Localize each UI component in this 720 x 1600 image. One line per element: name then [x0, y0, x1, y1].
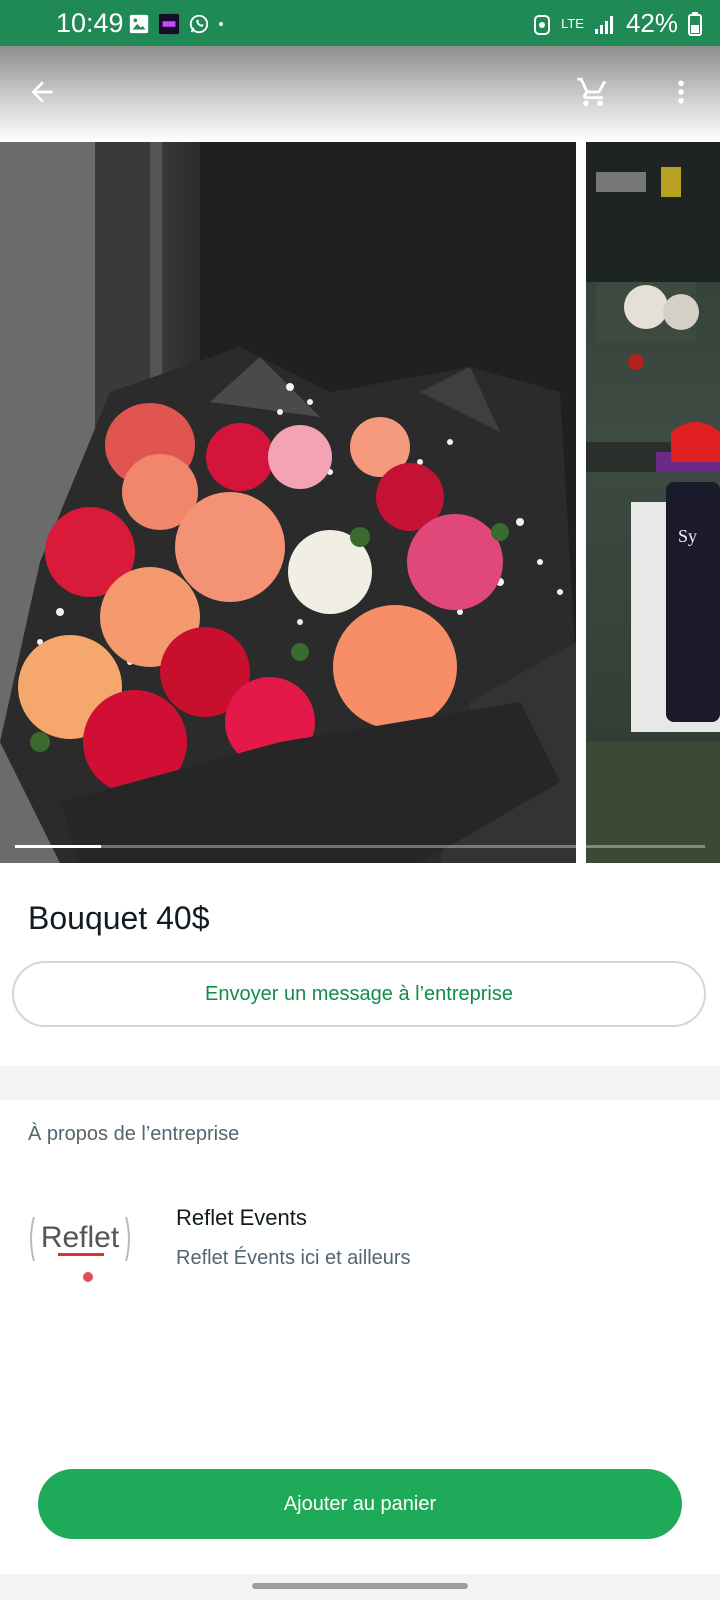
system-status: LTE 42%: [533, 8, 702, 39]
signal-icon: [594, 15, 613, 34]
wine-label-text: Sy: [678, 526, 697, 546]
app-bar: [0, 46, 720, 142]
alarm-icon: [534, 14, 551, 35]
overflow-menu-button[interactable]: [657, 68, 705, 116]
product-image-gallery[interactable]: Sy: [0, 142, 720, 863]
more-notifications-dot-icon: [219, 22, 223, 26]
status-time: 10:49: [56, 8, 124, 38]
section-divider: [0, 1066, 720, 1100]
product-photo-bouquet[interactable]: [0, 142, 576, 863]
add-to-cart-button[interactable]: Ajouter au panier: [38, 1469, 682, 1539]
battery-icon: [688, 11, 702, 36]
business-logo[interactable]: Reflet: [28, 1195, 132, 1285]
back-button[interactable]: [18, 68, 66, 116]
status-bar: 10:49 LTE 42%: [0, 0, 720, 46]
business-name[interactable]: Reflet Events: [176, 1205, 307, 1231]
gallery-notification-icon: [129, 14, 149, 34]
whatsapp-notification-icon: [189, 14, 209, 34]
cart-button[interactable]: [569, 68, 617, 116]
about-section-label: À propos de l’entreprise: [28, 1123, 240, 1145]
product-photo-next[interactable]: Sy: [586, 142, 720, 863]
business-description: Reflet Évents ici et ailleurs: [176, 1247, 411, 1269]
app-notification-icon: [158, 13, 180, 35]
notification-icons: [128, 13, 230, 35]
arrow-back-icon: [31, 81, 53, 103]
battery-percent: 42%: [625, 8, 678, 38]
svg-text:Reflet: Reflet: [41, 1221, 120, 1254]
reflet-logo-icon: Reflet: [28, 1195, 132, 1285]
home-gesture-handle[interactable]: [252, 1583, 468, 1589]
bouquet-illustration: [0, 142, 576, 863]
product-title: Bouquet 40$: [28, 900, 210, 936]
network-type-label: LTE: [561, 16, 584, 31]
cart-icon: [577, 77, 607, 107]
wine-gift-illustration: Sy: [586, 142, 720, 863]
gallery-progress-indicator: [15, 845, 102, 848]
gallery-progress-track: [15, 845, 705, 848]
more-vert-icon: [678, 80, 684, 104]
message-business-button[interactable]: Envoyer un message à l’entreprise: [12, 961, 706, 1027]
